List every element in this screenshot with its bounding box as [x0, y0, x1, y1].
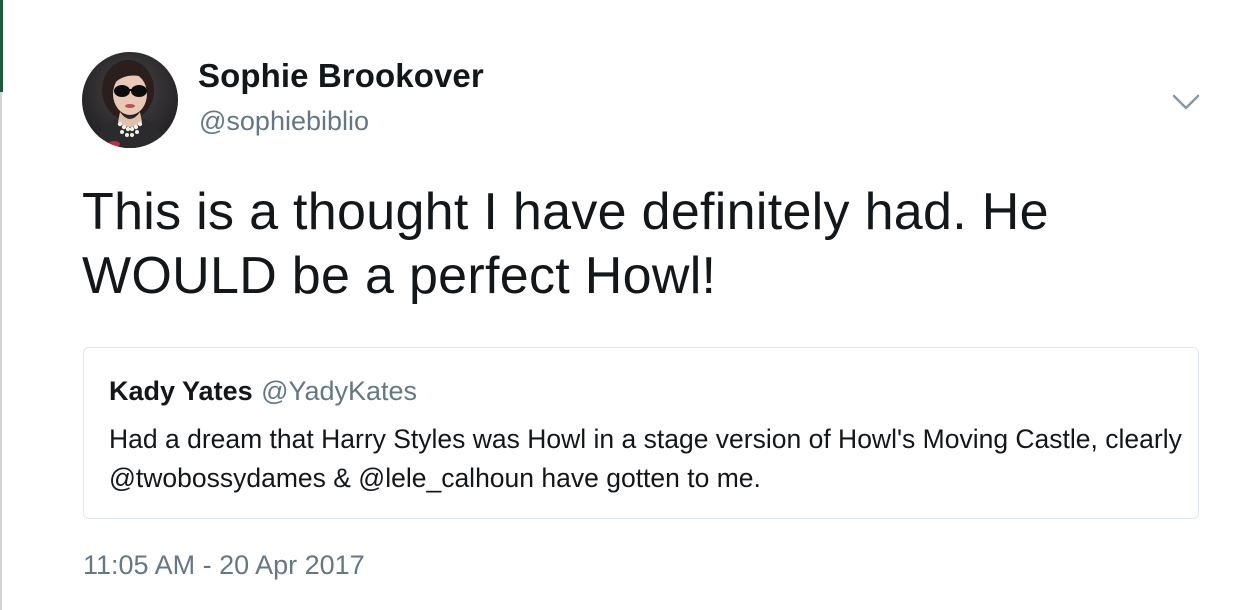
- avatar[interactable]: [82, 52, 178, 148]
- chevron-down-icon[interactable]: [1170, 88, 1202, 116]
- quoted-tweet-header: Kady Yates @YadyKates: [109, 376, 417, 407]
- tweet-timestamp[interactable]: 11:05 AM - 20 Apr 2017: [83, 550, 365, 581]
- author-name[interactable]: Sophie Brookover: [198, 57, 484, 95]
- quoted-author-handle: @YadyKates: [261, 376, 418, 406]
- quoted-tweet-text: Had a dream that Harry Styles was Howl i…: [109, 424, 1182, 493]
- tweet-embed: Sophie Brookover @sophiebiblio This is a…: [0, 0, 1238, 610]
- tweet-text: This is a thought I have definitely had.…: [82, 183, 1049, 305]
- author-handle[interactable]: @sophiebiblio: [199, 106, 369, 137]
- quoted-author-name: Kady Yates: [109, 376, 253, 406]
- avatar-photo: [82, 52, 178, 148]
- window-edge-border: [0, 92, 2, 610]
- window-edge-accent: [0, 0, 3, 92]
- quoted-tweet-card[interactable]: Kady Yates @YadyKates Had a dream that H…: [83, 347, 1199, 519]
